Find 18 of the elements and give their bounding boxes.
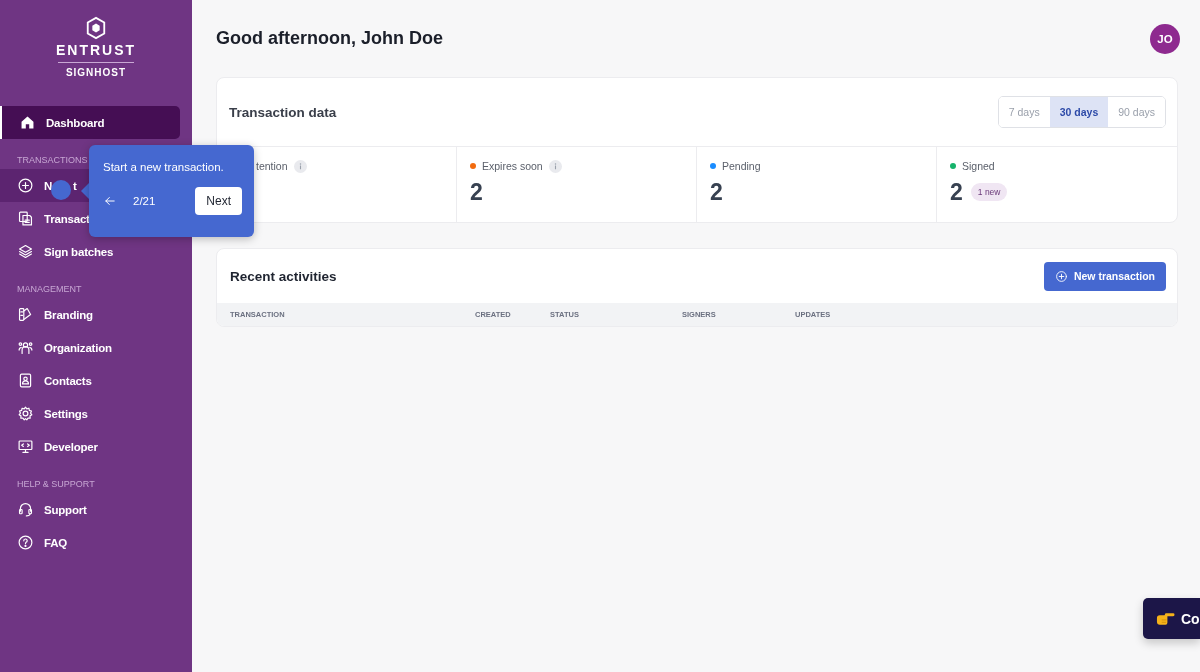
product-name: SIGNHOST: [65, 67, 127, 78]
brand-name: ENTRUST: [55, 42, 137, 58]
stat-value: 2: [950, 178, 963, 206]
greeting: Good afternoon, John Doe: [216, 28, 443, 49]
tooltip-text: Start a new transaction.: [103, 161, 225, 173]
stat-label: Signed: [962, 160, 995, 172]
card-title: Transaction data: [229, 104, 337, 120]
stat-label: Expires soon: [482, 160, 543, 172]
stat-label: Pending: [722, 160, 761, 172]
card-title: Recent activities: [230, 268, 337, 284]
stat-value: 2: [710, 178, 723, 206]
stat-label: tention: [256, 160, 288, 172]
stat-value: 2: [470, 178, 483, 206]
step-counter: 2/21: [133, 195, 157, 207]
section-heading: TRANSACTIONS: [17, 154, 88, 167]
section-heading: HELP & SUPPORT: [17, 478, 95, 491]
new-badge: 1 new: [970, 183, 1008, 201]
section-heading: MANAGEMENT: [17, 283, 82, 296]
